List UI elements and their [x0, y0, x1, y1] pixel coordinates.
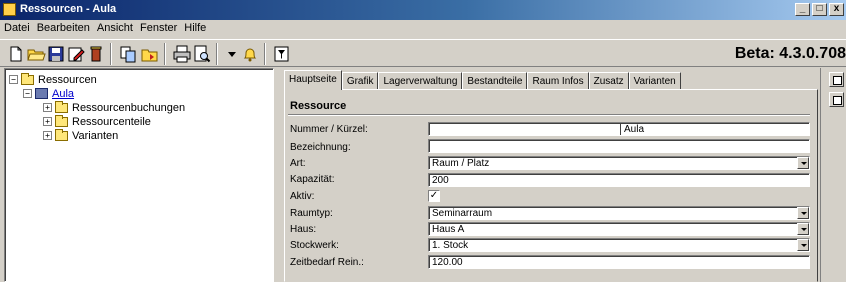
dropdown-arrow-icon[interactable]: [222, 44, 242, 64]
kapazitaet-field[interactable]: 200: [428, 173, 810, 187]
folder-action-icon[interactable]: [140, 44, 160, 64]
tab-zusatz[interactable]: Zusatz: [588, 72, 629, 90]
print-preview-icon[interactable]: [192, 44, 212, 64]
resource-tree[interactable]: − Ressourcen − Aula + Ressourcenbuchunge…: [4, 68, 274, 282]
section-title: Ressource: [290, 100, 347, 112]
stockwerk-label: Stockwerk:: [290, 240, 339, 251]
collapse-icon[interactable]: −: [23, 89, 32, 98]
tree-node-varianten[interactable]: + Varianten: [43, 128, 118, 142]
aktiv-checkbox[interactable]: ✓: [428, 190, 440, 202]
menu-ansicht[interactable]: Ansicht: [94, 20, 137, 38]
tab-raum-infos[interactable]: Raum Infos: [527, 72, 589, 90]
kapazitaet-label: Kapazität:: [290, 174, 335, 185]
aktiv-label: Aktiv:: [290, 191, 315, 202]
haus-select[interactable]: Haus A: [428, 222, 810, 236]
bezeichnung-label: Bezeichnung:: [290, 142, 351, 153]
save-icon[interactable]: [46, 44, 66, 64]
tree-label-teile[interactable]: Ressourcenteile: [72, 116, 151, 128]
raumtyp-value: Seminarraum: [432, 208, 493, 219]
tab-grafik[interactable]: Grafik: [341, 72, 379, 90]
toolbar-separator: [264, 43, 266, 65]
tree-label-root[interactable]: Ressourcen: [38, 74, 97, 86]
folder-icon: [55, 100, 68, 113]
open-folder-icon[interactable]: [26, 44, 46, 64]
folder-icon: [21, 72, 34, 85]
zeitbedarf-field[interactable]: 120.00: [428, 255, 810, 269]
expand-icon[interactable]: +: [43, 131, 52, 140]
new-document-icon[interactable]: [6, 44, 26, 64]
maximize-button[interactable]: □: [812, 3, 827, 16]
tab-varianten[interactable]: Varianten: [628, 72, 681, 90]
tree-label-aula[interactable]: Aula: [52, 88, 74, 100]
tree-node-teile[interactable]: + Ressourcenteile: [43, 114, 151, 128]
toolbar-separator: [164, 43, 166, 65]
copy-icon[interactable]: [118, 44, 138, 64]
folder-icon: [55, 128, 68, 141]
window-icon[interactable]: [829, 92, 844, 107]
kuerzel-field[interactable]: Aula: [620, 123, 644, 135]
tab-hauptseite[interactable]: Hauptseite: [284, 70, 342, 90]
bezeichnung-field[interactable]: [428, 139, 810, 153]
bell-icon[interactable]: [240, 44, 260, 64]
tree-label-buchungen[interactable]: Ressourcenbuchungen: [72, 102, 185, 114]
app-icon: [3, 3, 16, 16]
tab-strip: Hauptseite Grafik Lagerverwaltung Bestan…: [284, 70, 681, 90]
menu-datei[interactable]: Datei: [1, 20, 34, 38]
folder-icon: [55, 114, 68, 127]
expand-icon[interactable]: +: [43, 103, 52, 112]
version-label: Beta: 4.3.0.708: [734, 45, 846, 62]
toolbar: Beta: 4.3.0.708: [0, 39, 846, 67]
haus-label: Haus:: [290, 224, 317, 235]
minimize-button[interactable]: _: [795, 3, 810, 16]
window-title: Ressourcen - Aula: [20, 3, 117, 15]
tab-lagerverwaltung[interactable]: Lagerverwaltung: [378, 72, 463, 90]
pane-splitter[interactable]: [276, 68, 280, 282]
title-bar: Ressourcen - Aula _ □ x: [0, 0, 846, 20]
zeitbedarf-label: Zeitbedarf Rein.:: [290, 257, 364, 268]
haus-value: Haus A: [432, 224, 465, 235]
menu-bearbeiten[interactable]: Bearbeiten: [34, 20, 94, 38]
menu-bar: Datei Bearbeiten Ansicht Fenster Hilfe: [0, 20, 846, 38]
tree-label-varianten[interactable]: Varianten: [72, 130, 118, 142]
toolbar-separator: [216, 43, 218, 65]
raumtyp-label: Raumtyp:: [290, 208, 333, 219]
art-value: Raum / Platz: [432, 158, 490, 169]
tab-bestandteile[interactable]: Bestandteile: [462, 72, 528, 90]
toolbar-separator: [110, 43, 112, 65]
chevron-down-icon[interactable]: [797, 239, 809, 251]
stockwerk-value: 1. Stock: [432, 240, 469, 251]
chevron-down-icon[interactable]: [797, 207, 809, 219]
window-controls: _ □ x: [795, 3, 844, 16]
nummer-label: Nummer / Kürzel:: [290, 124, 368, 135]
close-button[interactable]: x: [829, 3, 844, 16]
section-divider: [288, 114, 810, 116]
nummer-field[interactable]: Aula: [428, 122, 810, 136]
chevron-down-icon[interactable]: [797, 223, 809, 235]
raumtyp-select[interactable]: Seminarraum: [428, 206, 810, 220]
room-icon: [35, 88, 48, 99]
filter-icon[interactable]: [272, 44, 292, 64]
window-icon[interactable]: [829, 72, 844, 87]
expand-icon[interactable]: +: [43, 117, 52, 126]
edit-icon[interactable]: [66, 44, 86, 64]
chevron-down-icon[interactable]: [797, 157, 809, 169]
tree-node-root[interactable]: − Ressourcen: [9, 72, 97, 86]
menu-hilfe[interactable]: Hilfe: [181, 20, 210, 38]
delete-icon[interactable]: [86, 44, 106, 64]
art-label: Art:: [290, 158, 306, 169]
collapse-icon[interactable]: −: [9, 75, 18, 84]
tree-node-aula[interactable]: − Aula: [23, 87, 74, 100]
art-select[interactable]: Raum / Platz: [428, 156, 810, 170]
stockwerk-select[interactable]: 1. Stock: [428, 238, 810, 252]
menu-fenster[interactable]: Fenster: [137, 20, 181, 38]
print-icon[interactable]: [172, 44, 192, 64]
tree-node-buchungen[interactable]: + Ressourcenbuchungen: [43, 100, 185, 114]
